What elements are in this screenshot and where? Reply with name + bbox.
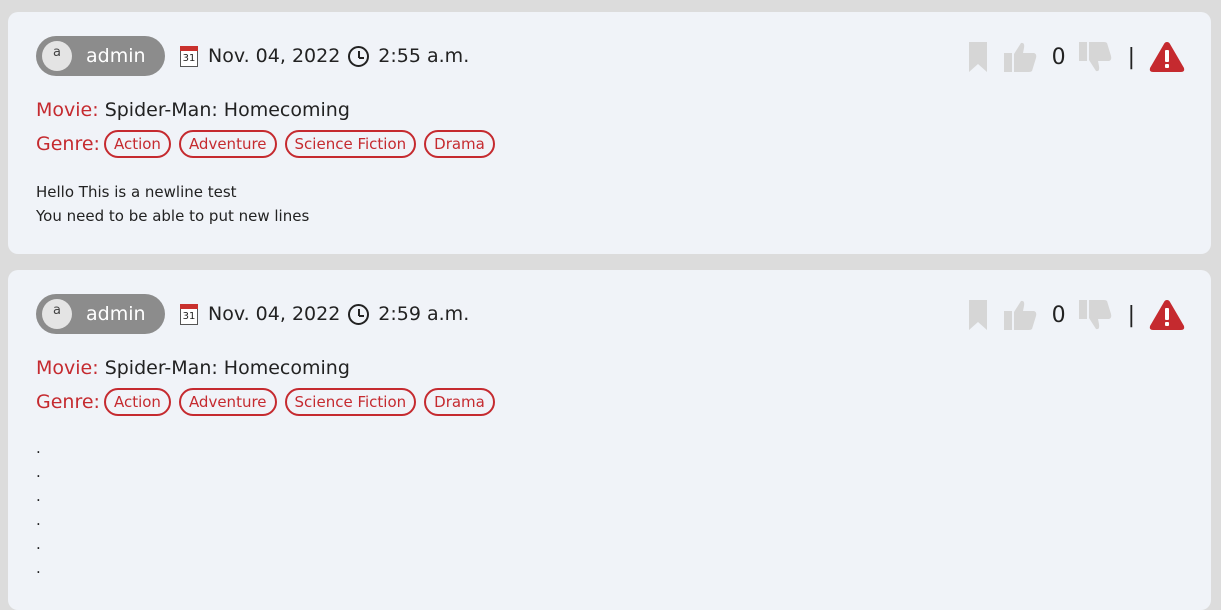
movie-label: Movie: [36, 357, 99, 379]
vote-count: 0 [1051, 44, 1066, 70]
user-badge[interactable]: a admin [36, 294, 165, 334]
separator: | [1127, 44, 1135, 70]
separator: | [1127, 302, 1135, 328]
thumbs-down-icon[interactable] [1078, 40, 1112, 74]
username: admin [86, 303, 146, 325]
review-time: 2:55 a.m. [378, 45, 470, 67]
review-card: a admin 31 Nov. 04, 2022 2:55 a.m. 0 | M… [8, 12, 1211, 254]
calendar-day: 31 [182, 52, 196, 64]
calendar-day: 31 [182, 310, 196, 322]
review-meta: 31 Nov. 04, 2022 2:55 a.m. [180, 44, 469, 68]
genre-tag[interactable]: Adventure [178, 388, 277, 416]
thumbs-up-icon[interactable] [1003, 298, 1037, 332]
review-actions: 0 | [967, 39, 1185, 75]
movie-label: Movie: [36, 99, 99, 121]
genre-tag[interactable]: Action [103, 130, 171, 158]
review-text-line: . [36, 559, 41, 577]
review-time: 2:59 a.m. [378, 303, 470, 325]
review-text-line: Hello This is a newline test [36, 183, 237, 201]
movie-title[interactable]: Spider-Man: Homecoming [105, 99, 350, 121]
review-meta: 31 Nov. 04, 2022 2:59 a.m. [180, 302, 469, 326]
clock-icon [348, 45, 370, 67]
genre-tag[interactable]: Adventure [178, 130, 277, 158]
genre-tag[interactable]: Drama [424, 388, 495, 416]
review-body: . . . . . . [36, 436, 41, 580]
username: admin [86, 45, 146, 67]
bookmark-icon[interactable] [967, 40, 989, 74]
vote-count: 0 [1051, 302, 1066, 328]
review-text-line: . [36, 535, 41, 553]
review-text-line: . [36, 487, 41, 505]
review-date: Nov. 04, 2022 [208, 45, 341, 67]
genre-tag[interactable]: Science Fiction [284, 130, 417, 158]
avatar: a [42, 299, 72, 329]
movie-line: Movie: Spider-Man: Homecoming [36, 356, 350, 380]
genre-label: Genre: [36, 391, 100, 413]
review-text-line: You need to be able to put new lines [36, 207, 310, 225]
review-text-line: . [36, 439, 41, 457]
genre-tag[interactable]: Drama [424, 130, 495, 158]
movie-title[interactable]: Spider-Man: Homecoming [105, 357, 350, 379]
review-date: Nov. 04, 2022 [208, 303, 341, 325]
review-body: Hello This is a newline test You need to… [36, 180, 309, 228]
calendar-icon: 31 [180, 303, 198, 325]
thumbs-down-icon[interactable] [1078, 298, 1112, 332]
review-text-line: . [36, 463, 41, 481]
genre-line: Genre: Action Adventure Science Fiction … [36, 130, 503, 158]
review-card: a admin 31 Nov. 04, 2022 2:59 a.m. 0 | M… [8, 270, 1211, 610]
review-text-line: . [36, 511, 41, 529]
movie-line: Movie: Spider-Man: Homecoming [36, 98, 350, 122]
review-actions: 0 | [967, 297, 1185, 333]
bookmark-icon[interactable] [967, 298, 989, 332]
genre-tag[interactable]: Science Fiction [284, 388, 417, 416]
user-badge[interactable]: a admin [36, 36, 165, 76]
warning-icon[interactable] [1149, 40, 1185, 74]
clock-icon [348, 303, 370, 325]
genre-tag[interactable]: Action [103, 388, 171, 416]
genre-line: Genre: Action Adventure Science Fiction … [36, 388, 503, 416]
thumbs-up-icon[interactable] [1003, 40, 1037, 74]
calendar-icon: 31 [180, 45, 198, 67]
genre-label: Genre: [36, 133, 100, 155]
warning-icon[interactable] [1149, 298, 1185, 332]
avatar: a [42, 41, 72, 71]
